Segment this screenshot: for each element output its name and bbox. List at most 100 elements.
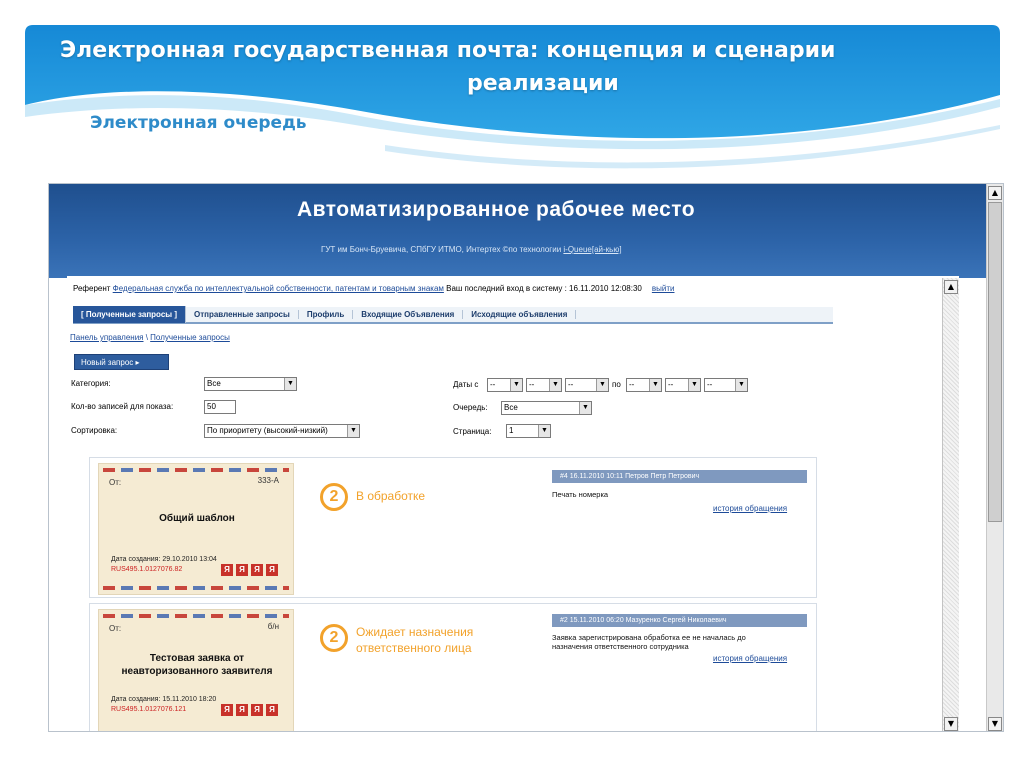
inner-scrollbar[interactable]: ▲ ▼ <box>942 278 959 731</box>
step-number-badge: 2 <box>320 624 348 652</box>
category-select[interactable]: Все ▼ <box>204 377 297 391</box>
main-tabs: [ Полученные запросы ] Отправленные запр… <box>73 306 833 324</box>
envelope-stamps: Я Я Я Я <box>221 564 278 576</box>
request-card[interactable]: От: б/н Тестовая заявка от неавторизован… <box>89 603 817 731</box>
category-value: Все <box>207 379 221 388</box>
tab-incoming-announcements[interactable]: Входящие Объявления <box>353 310 464 319</box>
new-request-label: Новый запрос <box>81 358 134 367</box>
organization-link[interactable]: Федеральная служба по интеллектуальной с… <box>113 284 444 293</box>
stamp-icon: Я <box>236 564 248 576</box>
credits-text: ГУТ им Бонч-Бруевича, СПбГУ ИТМО, Интерт… <box>321 245 564 254</box>
date-from-year-select[interactable]: -- ▼ <box>565 378 609 392</box>
stamp-icon: Я <box>221 704 233 716</box>
date-to-day-select[interactable]: -- ▼ <box>626 378 662 392</box>
date-from-year-value: -- <box>568 380 574 389</box>
envelope-created-date: Дата создания: 29.10.2010 13:04 <box>111 556 217 563</box>
chevron-down-icon: ▼ <box>549 379 561 391</box>
dates-label: Даты с <box>453 380 479 389</box>
tab-outgoing-announcements[interactable]: Исходящие объявления <box>463 310 577 319</box>
date-from-month-select[interactable]: -- ▼ <box>526 378 562 392</box>
envelope-from-label: От: <box>109 624 122 633</box>
scrollbar-thumb[interactable] <box>988 202 1002 522</box>
envelope-from-label: От: <box>109 478 122 487</box>
date-to-month-value: -- <box>668 380 674 389</box>
status-line1: В обработке <box>356 489 426 503</box>
envelope-code: б/н <box>267 622 279 631</box>
category-label: Категория: <box>71 379 111 388</box>
status-text: В обработке <box>356 488 425 504</box>
envelope-title-line2: неавторизованного заявителя <box>121 666 273 677</box>
history-link[interactable]: история обращения <box>713 504 787 513</box>
envelope-stripe-top <box>103 468 289 472</box>
last-login-text: Ваш последний вход в систему : 16.11.201… <box>443 284 642 293</box>
breadcrumb-root[interactable]: Панель управления <box>70 333 144 342</box>
count-input[interactable]: 50 <box>204 400 236 414</box>
page-value: 1 <box>509 426 514 435</box>
dates-to-label: по <box>612 380 621 389</box>
history-link[interactable]: история обращения <box>713 654 787 663</box>
envelope-created-date: Дата создания: 15.11.2010 18:20 <box>111 696 217 703</box>
stamp-icon: Я <box>251 704 263 716</box>
stamp-icon: Я <box>221 564 233 576</box>
logout-link[interactable]: выйти <box>652 284 675 293</box>
date-to-year-value: -- <box>707 380 713 389</box>
scroll-up-icon[interactable]: ▲ <box>944 280 958 294</box>
iqueue-link[interactable]: i-Queue[ай-кью] <box>563 245 621 254</box>
queue-value: Все <box>504 403 518 412</box>
info-header-bar: #2 15.11.2010 06:20 Мазуренко Сергей Ник… <box>552 614 807 627</box>
page-select[interactable]: 1 ▼ <box>506 424 551 438</box>
breadcrumb: Панель управления \ Полученные запросы <box>70 333 230 342</box>
new-request-button[interactable]: Новый запрос ▸ <box>74 354 169 370</box>
status-text: Ожидает назначения ответственного лица <box>356 624 473 656</box>
scroll-down-icon[interactable]: ▼ <box>988 717 1002 731</box>
chevron-down-icon: ▼ <box>579 402 591 414</box>
queue-select[interactable]: Все ▼ <box>501 401 592 415</box>
slide-title-line1: Электронная государственная почта: конце… <box>60 38 836 63</box>
envelope: От: 333-А Общий шаблон Дата создания: 29… <box>98 463 294 595</box>
breadcrumb-current[interactable]: Полученные запросы <box>150 333 230 342</box>
status-line2: ответственного лица <box>356 641 472 655</box>
scroll-down-icon[interactable]: ▼ <box>944 717 958 731</box>
stamp-icon: Я <box>236 704 248 716</box>
date-to-day-value: -- <box>629 380 635 389</box>
date-from-day-select[interactable]: -- ▼ <box>487 378 523 392</box>
envelope-stripe-bottom <box>103 586 289 590</box>
sort-select[interactable]: По приоритету (высокий-низкий) ▼ <box>204 424 360 438</box>
slide-title: Электронная государственная почта: конце… <box>0 34 900 100</box>
date-from-month-value: -- <box>529 380 535 389</box>
user-role: Референт <box>73 284 113 293</box>
info-header-bar: #4 16.11.2010 10:11 Петров Петр Петрович <box>552 470 807 483</box>
chevron-down-icon: ▼ <box>284 378 296 390</box>
queue-label: Очередь: <box>453 403 488 412</box>
envelope-stripe-top <box>103 614 289 618</box>
date-to-year-select[interactable]: -- ▼ <box>704 378 748 392</box>
date-to-month-select[interactable]: -- ▼ <box>665 378 701 392</box>
request-card[interactable]: От: 333-А Общий шаблон Дата создания: 29… <box>89 457 817 598</box>
step-number-badge: 2 <box>320 483 348 511</box>
status-line1: Ожидает назначения <box>356 625 474 639</box>
sort-label: Сортировка: <box>71 426 118 435</box>
chevron-down-icon: ▼ <box>510 379 522 391</box>
date-from-day-value: -- <box>490 380 496 389</box>
stamp-icon: Я <box>251 564 263 576</box>
envelope-code: 333-А <box>257 476 279 485</box>
user-bar: Референт Федеральная служба по интеллект… <box>73 284 674 293</box>
presentation-slide: Электронная государственная почта: конце… <box>0 0 1024 768</box>
outer-scrollbar[interactable]: ▲ ▼ <box>986 184 1003 731</box>
chevron-down-icon: ▼ <box>735 379 747 391</box>
info-text-line2: назначения ответственного сотрудника <box>552 642 689 651</box>
tab-sent-requests[interactable]: Отправленные запросы <box>186 310 299 319</box>
tab-profile[interactable]: Профиль <box>299 310 354 319</box>
envelope-id: RUS495.1.0127076.121 <box>111 706 187 713</box>
page-label: Страница: <box>453 427 492 436</box>
slide-title-line2: реализации <box>467 71 619 96</box>
envelope-id: RUS495.1.0127076.82 <box>111 566 183 573</box>
scroll-up-icon[interactable]: ▲ <box>988 186 1002 200</box>
envelope: От: б/н Тестовая заявка от неавторизован… <box>98 609 294 731</box>
tab-received-requests[interactable]: [ Полученные запросы ] <box>73 306 186 323</box>
app-credits: ГУТ им Бонч-Бруевича, СПбГУ ИТМО, Интерт… <box>321 245 622 254</box>
app-screenshot: Автоматизированное рабочее место ГУТ им … <box>48 183 1004 732</box>
info-text: Печать номерка <box>552 490 609 499</box>
app-title: Автоматизированное рабочее место <box>297 198 696 221</box>
count-label: Кол-во записей для показа: <box>71 402 174 411</box>
